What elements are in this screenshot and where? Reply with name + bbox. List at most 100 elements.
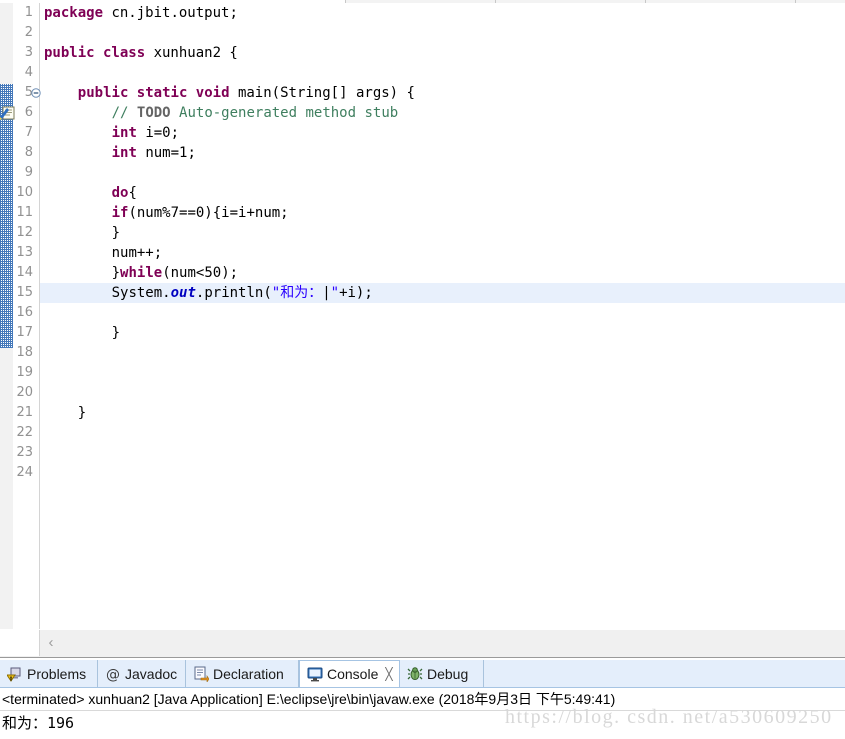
tab-declaration[interactable]: Declaration: [186, 660, 299, 687]
code-token: (num%7==0){i=i+num;: [128, 205, 289, 221]
code-line-text: // TODO Auto-generated method stub: [112, 103, 399, 123]
code-token: "和为：: [271, 285, 323, 301]
code-line-text: package cn.jbit.output;: [44, 3, 238, 23]
tab-console[interactable]: Console ╳: [299, 660, 400, 687]
code-line[interactable]: 23: [0, 443, 845, 463]
code-line[interactable]: 16: [0, 303, 845, 323]
line-number: 20: [16, 385, 33, 400]
line-number: 4: [24, 65, 33, 80]
code-line[interactable]: 2: [0, 23, 845, 43]
line-number: 14: [16, 265, 33, 280]
code-line[interactable]: 12}: [0, 223, 845, 243]
tab-javadoc[interactable]: @ Javadoc: [98, 660, 186, 687]
code-line[interactable]: 24: [0, 463, 845, 483]
code-token: +i);: [339, 285, 373, 301]
line-number: 23: [16, 445, 33, 460]
code-token: int: [111, 125, 146, 141]
code-line[interactable]: 1 package cn.jbit.output;: [0, 3, 845, 23]
code-token: public class: [44, 45, 154, 61]
code-token: Auto-generated method stub: [170, 105, 399, 121]
line-number: 8: [24, 145, 33, 160]
close-icon[interactable]: ╳: [385, 667, 392, 681]
svg-text:@: @: [106, 667, 120, 682]
code-line[interactable]: 4: [0, 63, 845, 83]
tab-problems[interactable]: Problems: [0, 660, 98, 687]
tab-label: Problems: [27, 665, 87, 682]
code-token: TODO: [136, 105, 171, 121]
tab-debug[interactable]: Debug: [400, 660, 484, 687]
editor-footer-stub: [0, 630, 40, 656]
console-launch-status: <terminated> xunhuan2 [Java Application]…: [2, 691, 616, 707]
line-number: 3: [24, 45, 33, 60]
code-token: do: [111, 185, 129, 201]
code-token: }: [111, 325, 121, 341]
code-line[interactable]: 3 public class xunhuan2 {: [0, 43, 845, 63]
code-token: package: [44, 5, 112, 21]
tab-label: Javadoc: [125, 665, 178, 682]
code-line-text: public class xunhuan2 {: [44, 43, 238, 63]
line-number: 2: [24, 25, 33, 40]
code-token: if: [111, 205, 129, 221]
code-token: int: [111, 145, 146, 161]
code-editor[interactable]: 1 package cn.jbit.output; 2 3 public class x…: [0, 3, 845, 629]
code-token: i=0;: [145, 125, 180, 141]
bottom-view-tabbar: Problems @ Javadoc Declaration Console ╳ Debug: [0, 660, 845, 688]
code-line[interactable]: 18: [0, 343, 845, 363]
code-line[interactable]: 13 num++;: [0, 243, 845, 263]
line-number: 11: [16, 205, 33, 220]
code-token: main(String[] args) {: [237, 85, 415, 101]
line-number: 19: [16, 365, 33, 380]
code-line[interactable]: 10 do{: [0, 183, 845, 203]
code-token: num=1;: [145, 145, 196, 161]
console-divider: [0, 710, 845, 711]
code-line-text: }while(num<50);: [112, 263, 238, 283]
chevron-left-icon[interactable]: ‹: [44, 634, 58, 652]
code-line[interactable]: 20: [0, 383, 845, 403]
code-line[interactable]: 11 if(num%7==0){i=i+num;: [0, 203, 845, 223]
console-icon: [307, 666, 323, 682]
fold-collapse-icon[interactable]: [31, 88, 41, 98]
line-number: 18: [16, 345, 33, 360]
code-token: cn.jbit.output;: [111, 5, 238, 21]
line-number: 12: [16, 225, 33, 240]
code-line-text: int i=0;: [112, 123, 179, 143]
line-number: 5: [24, 85, 33, 100]
code-line[interactable]: 15 System.out.println("和为：|"+i);: [0, 283, 845, 303]
line-number: 22: [16, 425, 33, 440]
debug-icon: [407, 666, 423, 682]
line-number: 16: [16, 305, 33, 320]
declaration-icon: [193, 666, 209, 682]
javadoc-icon: @: [105, 666, 121, 682]
code-line[interactable]: 21}: [0, 403, 845, 423]
line-number: 15: [16, 285, 33, 300]
code-token: |: [322, 285, 331, 301]
line-number: 9: [24, 165, 33, 180]
tab-label: Debug: [427, 665, 469, 682]
line-number: 17: [16, 325, 33, 340]
todo-task-icon[interactable]: [0, 105, 16, 121]
code-line[interactable]: 8 int num=1;: [0, 143, 845, 163]
line-number: 13: [16, 245, 33, 260]
line-number: 21: [16, 405, 33, 420]
code-line[interactable]: 14 }while(num<50);: [0, 263, 845, 283]
line-number: 1: [24, 5, 33, 20]
console-view[interactable]: <terminated> xunhuan2 [Java Application]…: [0, 688, 845, 739]
code-line[interactable]: 22: [0, 423, 845, 443]
code-line[interactable]: 6// TODO Auto-generated method stub: [0, 103, 845, 123]
code-token: ": [330, 285, 340, 301]
code-line-text: int num=1;: [112, 143, 196, 163]
editor-footer-bar[interactable]: ‹: [0, 629, 845, 658]
code-token: }: [77, 405, 87, 421]
code-line[interactable]: 7 int i=0;: [0, 123, 845, 143]
code-line[interactable]: 19: [0, 363, 845, 383]
code-line[interactable]: 5 public static void main(String[] args) …: [0, 83, 845, 103]
code-line[interactable]: 9: [0, 163, 845, 183]
line-number: 10: [16, 185, 33, 200]
code-line[interactable]: 17}: [0, 323, 845, 343]
code-token: {: [128, 185, 137, 201]
tab-label: Console: [327, 666, 379, 682]
code-token: (num<50);: [162, 265, 239, 281]
problems-icon: [7, 666, 23, 682]
code-line-text: public static void main(String[] args) {: [78, 83, 415, 103]
line-number: 24: [16, 465, 33, 480]
